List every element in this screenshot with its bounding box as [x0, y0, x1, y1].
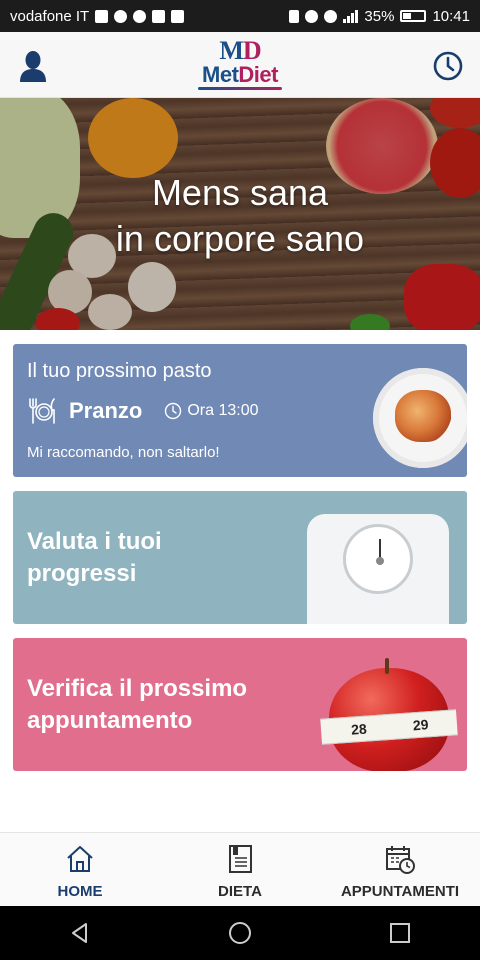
- facebook-icon: [152, 9, 166, 23]
- nav-diet[interactable]: DIETA: [160, 833, 320, 906]
- vibrate-icon: [289, 9, 300, 23]
- next-meal-card[interactable]: Il tuo prossimo pasto Pranzo Ora 13:00 M…: [13, 344, 467, 477]
- battery-icon: [400, 10, 427, 22]
- pasta-plate-image: [373, 368, 467, 468]
- nav-home-label: HOME: [57, 883, 103, 900]
- back-icon[interactable]: [67, 920, 93, 946]
- nav-appointments-label: APPUNTAMENTI: [340, 883, 460, 900]
- calendar-clock-icon: [386, 846, 415, 874]
- meal-time-label: Ora 13:00: [187, 402, 259, 419]
- book-icon: [229, 845, 252, 873]
- plate-cutlery-icon: [29, 398, 55, 424]
- status-bar: vodafone IT 35% 10:41: [0, 0, 480, 32]
- recents-icon[interactable]: [387, 920, 413, 946]
- home-circle-icon[interactable]: [227, 920, 253, 946]
- nav-appointments[interactable]: APPUNTAMENTI: [320, 833, 480, 906]
- next-meal-title: Il tuo prossimo pasto: [27, 360, 212, 382]
- history-button[interactable]: [432, 50, 464, 82]
- signal-icon: [343, 9, 359, 23]
- clock-icon: [165, 402, 182, 420]
- user-icon: [20, 51, 46, 82]
- measuring-tape: 28 29: [320, 709, 458, 745]
- battery-percent: 35%: [364, 7, 395, 25]
- clock-time: 10:41: [432, 7, 470, 25]
- notification-icon: [114, 9, 128, 23]
- profile-button[interactable]: [18, 50, 48, 82]
- hero-banner: Mens sana in corpore sano: [0, 98, 480, 330]
- carrier-label: vodafone IT: [10, 7, 90, 25]
- bottom-navigation: HOME DIETA APPUNTAMENTI: [0, 832, 480, 906]
- appointment-card-label: Verifica il prossimo appuntamento: [27, 675, 248, 734]
- progress-card-label: Valuta i tuoi progressi: [27, 528, 162, 587]
- system-navigation-bar: [0, 906, 480, 960]
- scale-image: [307, 514, 449, 624]
- meal-reminder: Mi raccomando, non saltarlo!: [27, 444, 220, 461]
- app-header: MD MetDiet: [0, 32, 480, 98]
- apple-measuring-tape-image: 28 29: [320, 658, 458, 771]
- meal-time: Ora 13:00: [164, 402, 259, 420]
- cloud-icon: [133, 9, 147, 23]
- nav-diet-label: DIETA: [218, 883, 262, 900]
- notification-icon: [95, 9, 109, 23]
- home-icon: [67, 846, 93, 872]
- nav-home[interactable]: HOME: [0, 833, 160, 906]
- app-logo: MD MetDiet: [190, 38, 290, 94]
- hero-slogan: Mens sana in corpore sano: [115, 172, 365, 259]
- wifi-icon: [324, 9, 338, 23]
- next-appointment-card[interactable]: Verifica il prossimo appuntamento 28 29: [13, 638, 467, 771]
- alarm-icon: [305, 9, 319, 23]
- progress-card[interactable]: Valuta i tuoi progressi: [13, 491, 467, 624]
- youtube-icon: [171, 9, 185, 23]
- clock-icon: [433, 51, 463, 81]
- meal-name: Pranzo: [69, 398, 143, 423]
